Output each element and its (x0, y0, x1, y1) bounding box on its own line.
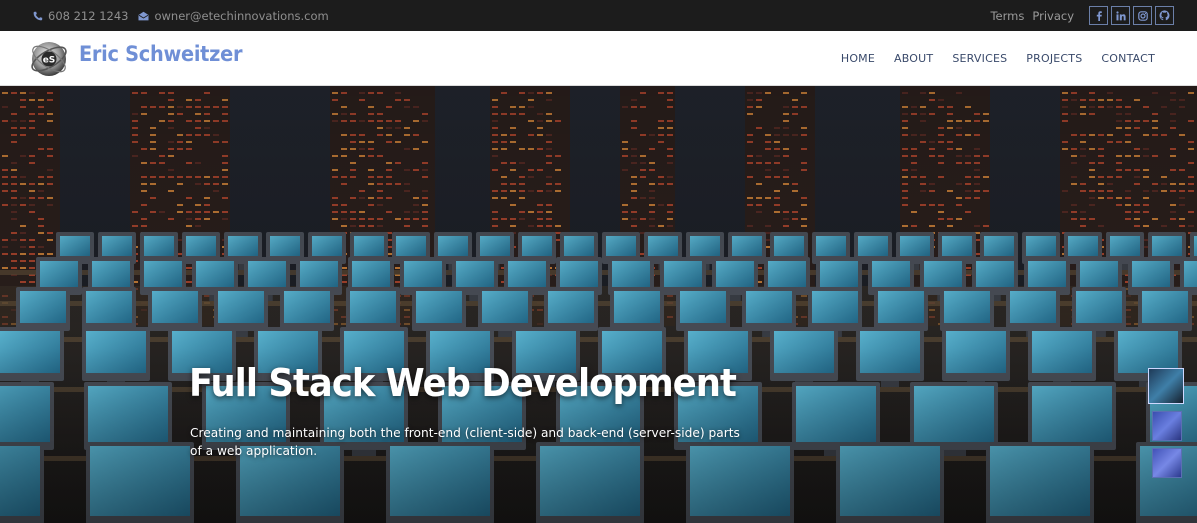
phone-number: 608 212 1243 (48, 8, 129, 23)
contact-info: 608 212 1243 owner@etechinnovations.com (33, 0, 339, 31)
linkedin-icon (1115, 10, 1126, 20)
nav-home[interactable]: HOME (841, 52, 875, 65)
instagram-icon (1137, 10, 1148, 21)
nav-about[interactable]: ABOUT (894, 52, 933, 65)
hero-slider: Full Stack Web Development Creating and … (0, 86, 1197, 523)
linkedin-button[interactable] (1111, 6, 1130, 25)
hero-subtitle: Creating and maintaining both the front-… (190, 426, 740, 458)
brand-name[interactable]: Eric Schweitzer (79, 42, 242, 66)
email-link[interactable]: owner@etechinnovations.com (138, 8, 329, 23)
envelope-icon (138, 11, 149, 20)
phone-icon (33, 11, 43, 20)
nav-services[interactable]: SERVICES (952, 52, 1007, 65)
top-bar-right: Terms Privacy (990, 0, 1174, 31)
hero-title: Full Stack Web Development (189, 361, 737, 405)
terms-link[interactable]: Terms (990, 9, 1024, 23)
phone-link[interactable]: 608 212 1243 (33, 9, 128, 23)
slide-thumbnail[interactable] (1152, 448, 1182, 478)
slide-thumbnail[interactable] (1152, 411, 1182, 441)
slide-thumbnail[interactable] (1148, 368, 1184, 404)
main-nav: HOME ABOUT SERVICES PROJECTS CONTACT (822, 31, 1155, 86)
github-button[interactable] (1155, 6, 1174, 25)
svg-text:eS: eS (43, 56, 56, 66)
facebook-button[interactable] (1089, 6, 1108, 25)
email-address: owner@etechinnovations.com (154, 8, 329, 23)
top-bar: 608 212 1243 owner@etechinnovations.com … (0, 0, 1197, 31)
github-icon (1159, 10, 1170, 21)
slide-thumbnails (1148, 368, 1184, 485)
facebook-icon (1096, 10, 1102, 21)
privacy-link[interactable]: Privacy (1032, 9, 1074, 23)
site-header: eS Eric Schweitzer HOME ABOUT SERVICES P… (0, 31, 1197, 86)
nav-contact[interactable]: CONTACT (1101, 52, 1155, 65)
nav-projects[interactable]: PROJECTS (1026, 52, 1082, 65)
instagram-button[interactable] (1133, 6, 1152, 25)
logo-icon[interactable]: eS (29, 39, 69, 79)
